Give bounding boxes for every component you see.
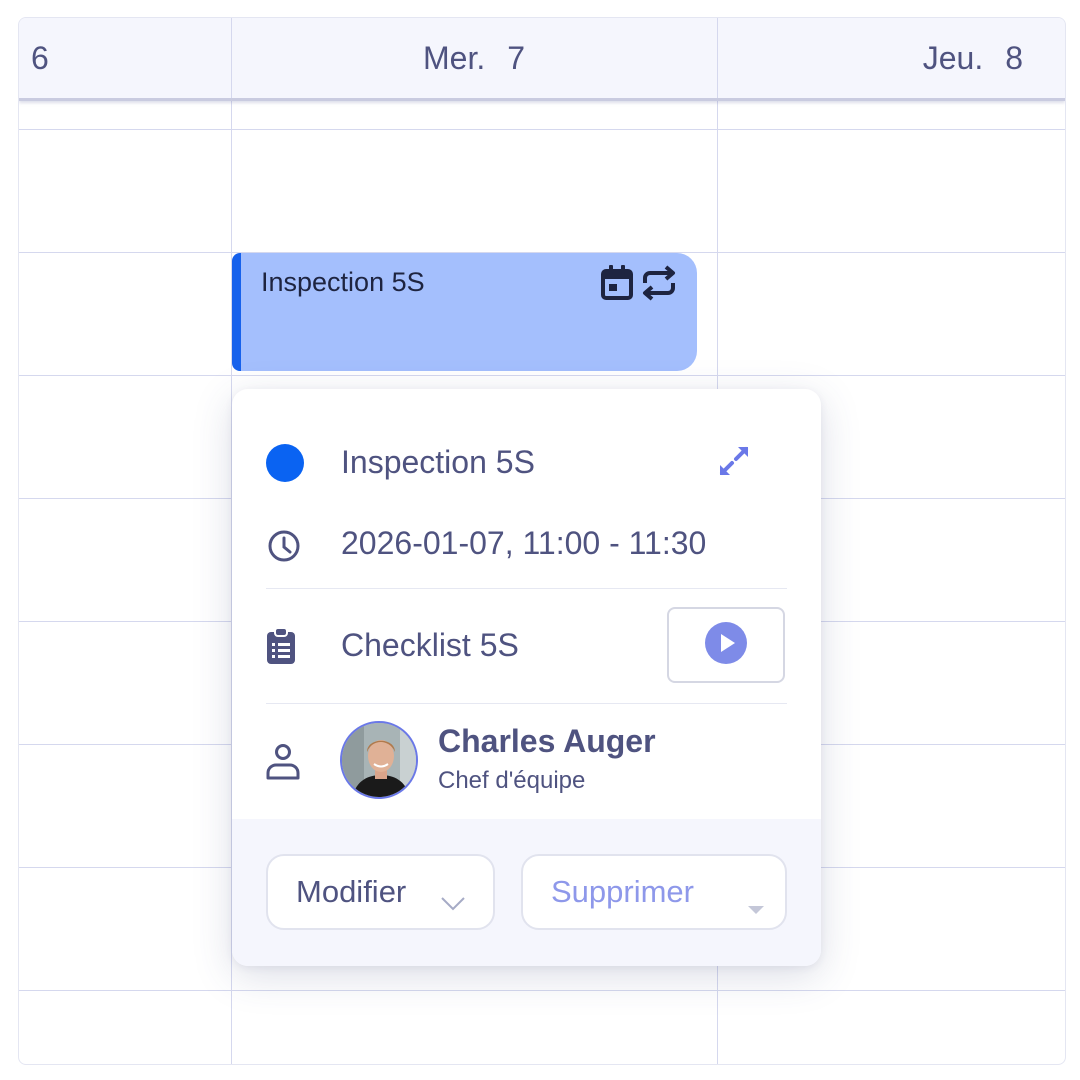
day-number: 6 <box>31 39 49 76</box>
day-weekday: Jeu. <box>922 39 984 76</box>
clipboard-list-icon <box>266 627 296 670</box>
popover-footer: Modifier Supprimer <box>232 819 821 966</box>
caret-down-icon <box>746 888 766 924</box>
play-icon <box>704 621 748 670</box>
day-weekday: Mer. <box>422 39 486 76</box>
event-icons <box>599 263 679 308</box>
divider <box>266 588 787 589</box>
avatar <box>340 721 418 799</box>
modify-button[interactable]: Modifier <box>266 854 495 930</box>
popover-title: Inspection 5S <box>341 444 535 480</box>
delete-button[interactable]: Supprimer <box>521 854 787 930</box>
time-slot-line <box>19 129 1065 130</box>
day-header-7[interactable]: Mer. 7 <box>231 18 717 98</box>
divider <box>266 703 787 704</box>
status-dot-icon <box>266 444 304 482</box>
day-number: 8 <box>1005 39 1023 76</box>
calendar-event[interactable]: Inspection 5S <box>232 253 697 371</box>
event-title: Inspection 5S <box>261 267 425 297</box>
modify-label: Modifier <box>296 874 407 909</box>
delete-label: Supprimer <box>551 874 694 909</box>
chevron-down-icon <box>440 884 466 920</box>
time-slot-line <box>19 375 1065 376</box>
calendar-header: 6 Mer. 7 Jeu. 8 <box>19 18 1065 101</box>
day-header-8[interactable]: Jeu. 8 <box>717 18 1023 98</box>
calendar-icon <box>599 264 635 307</box>
checklist-name[interactable]: Checklist 5S <box>341 627 519 664</box>
user-icon <box>265 743 301 786</box>
clock-icon <box>266 528 302 569</box>
event-datetime: 2026-01-07, 11:00 - 11:30 <box>341 525 707 561</box>
repeat-icon <box>639 263 679 308</box>
day-number: 7 <box>507 39 526 76</box>
assignee-role: Chef d'équipe <box>438 767 586 794</box>
event-details-popover: Inspection 5S 2026-01-07, 11:00 - 11:30 … <box>232 389 821 966</box>
expand-icon[interactable] <box>714 441 754 486</box>
day-header-6[interactable]: 6 <box>31 18 49 98</box>
start-checklist-button[interactable] <box>667 607 785 683</box>
assignee-name: Charles Auger <box>438 723 656 759</box>
time-slot-line <box>19 990 1065 991</box>
